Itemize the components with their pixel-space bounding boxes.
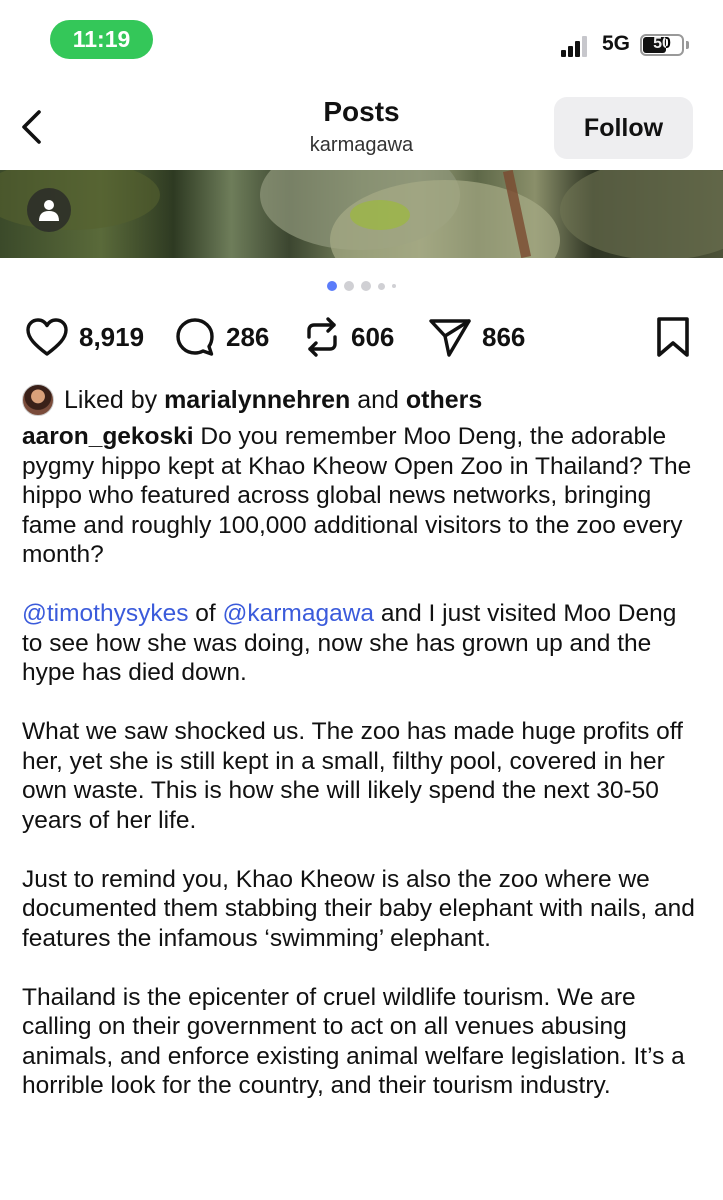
caption-of: of (188, 600, 223, 627)
caption-paragraph-3: What we saw shocked us. The zoo has made… (22, 718, 683, 834)
caption-paragraph-4: Just to remind you, Khao Kheow is also t… (22, 865, 695, 952)
network-type: 5G (602, 32, 631, 55)
action-bar: 8,919 286 606 866 (0, 312, 723, 362)
post-image[interactable] (0, 170, 723, 258)
carousel-dot (378, 282, 385, 290)
signal-icon (561, 35, 591, 57)
comment-count: 286 (226, 321, 270, 352)
bookmark-icon (657, 317, 689, 357)
avatar (22, 384, 54, 416)
carousel-dot-active (327, 281, 337, 291)
status-time: 11:19 (50, 20, 153, 59)
liked-by-prefix: Liked by (64, 385, 165, 414)
liked-by-user[interactable]: marialynnehren (164, 386, 350, 415)
heart-icon (26, 318, 68, 356)
bookmark-button[interactable] (655, 316, 691, 363)
liked-by-row[interactable]: Liked by marialynnehren and others (22, 382, 482, 418)
person-icon (39, 200, 59, 221)
carousel-dot (392, 284, 396, 288)
carousel-dot (344, 281, 354, 291)
user-tag-button[interactable] (27, 188, 71, 232)
post-caption: aaron_gekoski Do you remember Moo Deng, … (22, 422, 702, 1130)
carousel-indicator (0, 280, 723, 292)
liked-by-middle: and (350, 385, 406, 414)
share-count: 866 (482, 321, 526, 352)
send-icon (429, 319, 471, 357)
status-bar: 11:19 5G 50 (0, 0, 723, 80)
like-button[interactable]: 8,919 (25, 312, 144, 362)
battery-nub (686, 41, 689, 49)
battery-level: 50 (653, 35, 671, 52)
mention-link[interactable]: @karmagawa (223, 600, 375, 627)
battery-icon: 50 (640, 34, 684, 56)
comment-icon (176, 318, 214, 356)
carousel-dot (361, 281, 371, 291)
repost-icon (307, 317, 337, 357)
caption-paragraph-2: @timothysykes of @karmagawa and I just v… (22, 599, 702, 688)
liked-by-others[interactable]: others (406, 386, 482, 415)
repost-count: 606 (351, 321, 395, 352)
share-button[interactable]: 866 (428, 312, 525, 362)
follow-button[interactable]: Follow (554, 97, 693, 159)
caption-paragraph-5: Thailand is the epicenter of cruel wildl… (22, 983, 685, 1100)
comment-button[interactable]: 286 (174, 312, 269, 362)
caption-author[interactable]: aaron_gekoski (22, 423, 194, 450)
like-count: 8,919 (79, 321, 145, 352)
repost-button[interactable]: 606 (303, 312, 394, 362)
mention-link[interactable]: @timothysykes (22, 600, 188, 627)
caption-paragraph-1: aaron_gekoski Do you remember Moo Deng, … (22, 422, 702, 570)
post-header: Posts karmagawa Follow (0, 80, 723, 170)
